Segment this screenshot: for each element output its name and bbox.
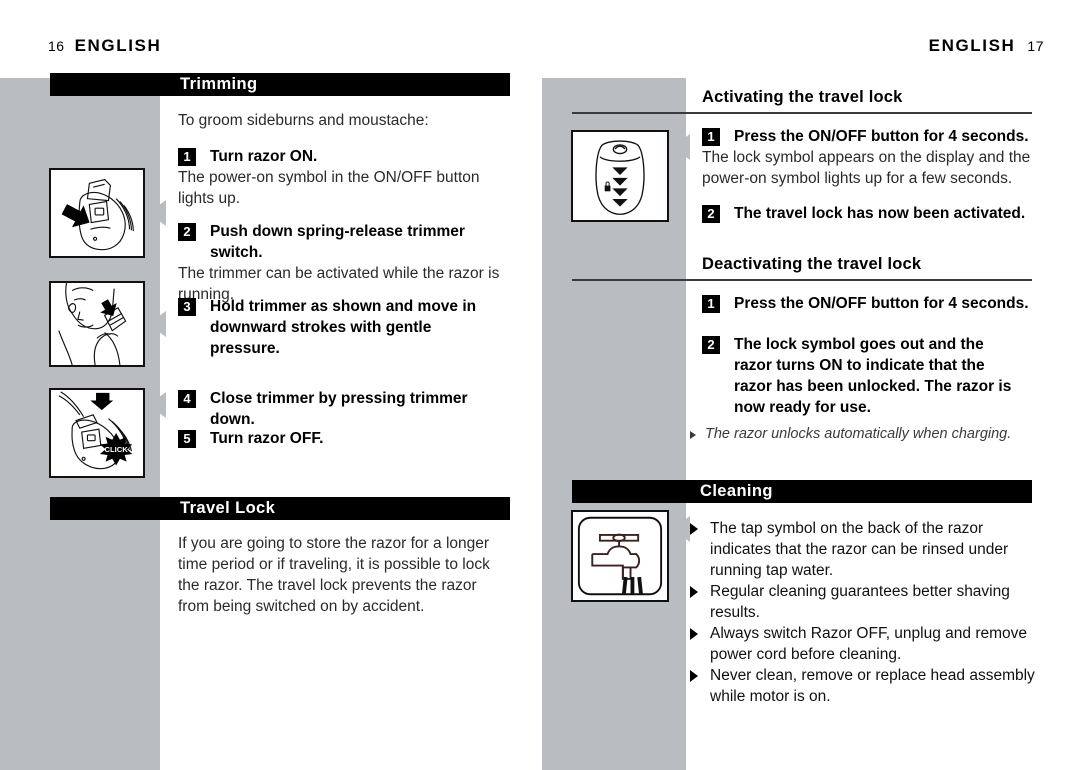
deactivating-note: The razor unlocks automatically when cha… — [690, 426, 1040, 442]
heading-deactivating-travel-lock: Deactivating the travel lock — [702, 255, 922, 273]
step-lead-text: The travel lock has now been activated. — [734, 205, 1026, 222]
right-page-number: 17 — [1027, 38, 1044, 54]
right-running-head: ENGLISH 17 — [929, 36, 1044, 56]
note-triangle-icon — [690, 431, 696, 439]
section-bar-trimming-label: Trimming — [180, 75, 258, 93]
list-item-text: Always switch Razor OFF, unplug and remo… — [710, 625, 1028, 663]
left-page-number: 16 — [48, 38, 65, 54]
pointer-wedge-icon — [672, 516, 690, 542]
list-item: Always switch Razor OFF, unplug and remo… — [690, 623, 1038, 665]
list-item: Never clean, remove or replace head asse… — [690, 665, 1038, 707]
step-lead-text: Press the ON/OFF button for 4 seconds. — [734, 128, 1029, 145]
step-lead-text: Press the ON/OFF button for 4 seconds. — [734, 295, 1029, 312]
travel-lock-paragraph: If you are going to store the razor for … — [178, 535, 490, 615]
bullet-triangle-icon — [690, 586, 698, 598]
section-bar-travel-lock-label: Travel Lock — [180, 499, 276, 517]
water-tap-symbol-illustration — [571, 510, 669, 602]
step-number-badge: 5 — [178, 430, 196, 448]
right-running-head-title: ENGLISH — [928, 36, 1016, 55]
trimming-step-4: 4 Close trimmer by pressing trimmer down… — [178, 388, 508, 430]
section-bar-travel-lock: Travel Lock — [50, 497, 510, 520]
step-body: Push down spring-release trimmer switch.… — [178, 221, 518, 305]
man-trimming-sideburn-illustration — [49, 281, 145, 367]
step-number-badge: 4 — [178, 390, 196, 408]
closing-trimmer-click-illustration: CLICK — [49, 388, 145, 478]
list-item: The tap symbol on the back of the razor … — [690, 518, 1038, 581]
note-text: The razor unlocks automatically when cha… — [705, 426, 1012, 442]
manual-page-spread: 16 ENGLISH ENGLISH 17 Trimming To groom si… — [0, 0, 1080, 770]
activating-step-1: 1 Press the ON/OFF button for 4 seconds.… — [702, 126, 1037, 189]
list-item-text: The tap symbol on the back of the razor … — [710, 520, 1009, 579]
pointer-wedge-icon — [148, 200, 166, 226]
step-continuation-text: The lock symbol appears on the display a… — [702, 149, 1031, 187]
heading-rule — [572, 279, 1032, 281]
section-bar-trimming: Trimming — [50, 73, 510, 96]
list-item-text: Never clean, remove or replace head asse… — [710, 667, 1035, 705]
section-bar-cleaning-label: Cleaning — [700, 482, 773, 500]
cleaning-bullet-list: The tap symbol on the back of the razor … — [690, 518, 1038, 707]
razor-display-lock-symbol-illustration — [571, 130, 669, 222]
step-number-badge: 2 — [178, 223, 196, 241]
list-item: Regular cleaning guarantees better shavi… — [690, 581, 1038, 623]
list-item-text: Regular cleaning guarantees better shavi… — [710, 583, 1010, 621]
step-lead-text: The lock symbol goes out and the razor t… — [734, 336, 1012, 416]
step-body: Turn razor ON. The power-on symbol in th… — [178, 146, 508, 209]
trimming-step-1: 1 Turn razor ON. The power-on symbol in … — [178, 146, 508, 209]
step-lead-text: Turn razor OFF. — [210, 430, 324, 447]
trimming-intro: To groom sideburns and moustache: — [178, 112, 429, 129]
bullet-triangle-icon — [690, 628, 698, 640]
pointer-wedge-icon — [148, 392, 166, 418]
section-bar-cleaning: Cleaning — [572, 480, 1032, 503]
pointer-wedge-icon — [148, 311, 166, 337]
step-continuation-text: The power-on symbol in the ON/OFF button… — [178, 169, 480, 207]
trimming-step-3: 3 Hold trimmer as shown and move in down… — [178, 296, 498, 359]
step-lead-text: Hold trimmer as shown and move in downwa… — [210, 298, 477, 357]
step-number-badge: 2 — [702, 205, 720, 223]
step-lead-text: Push down spring-release trimmer switch. — [210, 223, 465, 261]
step-number-badge: 3 — [178, 298, 196, 316]
step-lead-text: Close trimmer by pressing trimmer down. — [210, 390, 468, 428]
activating-step-2: 2 The travel lock has now been activated… — [702, 203, 1037, 224]
step-number-badge: 2 — [702, 336, 720, 354]
bullet-triangle-icon — [690, 670, 698, 682]
trimming-step-2: 2 Push down spring-release trimmer switc… — [178, 221, 518, 305]
deactivating-step-1: 1 Press the ON/OFF button for 4 seconds. — [702, 293, 1037, 314]
step-number-badge: 1 — [702, 295, 720, 313]
razor-trimmer-release-illustration — [49, 168, 145, 258]
pointer-wedge-icon — [672, 134, 690, 160]
heading-rule — [572, 112, 1032, 114]
deactivating-step-2: 2 The lock symbol goes out and the razor… — [702, 334, 1022, 418]
step-body: Press the ON/OFF button for 4 seconds. T… — [702, 126, 1037, 189]
trimming-step-5: 5 Turn razor OFF. — [178, 428, 508, 449]
step-lead-text: Turn razor ON. — [210, 148, 318, 165]
step-number-badge: 1 — [178, 148, 196, 166]
left-running-head-title: ENGLISH — [74, 36, 162, 55]
step-number-badge: 1 — [702, 128, 720, 146]
bullet-triangle-icon — [690, 523, 698, 535]
heading-activating-travel-lock: Activating the travel lock — [702, 88, 903, 106]
left-running-head: 16 ENGLISH — [48, 36, 161, 56]
svg-text:CLICK: CLICK — [104, 445, 128, 454]
